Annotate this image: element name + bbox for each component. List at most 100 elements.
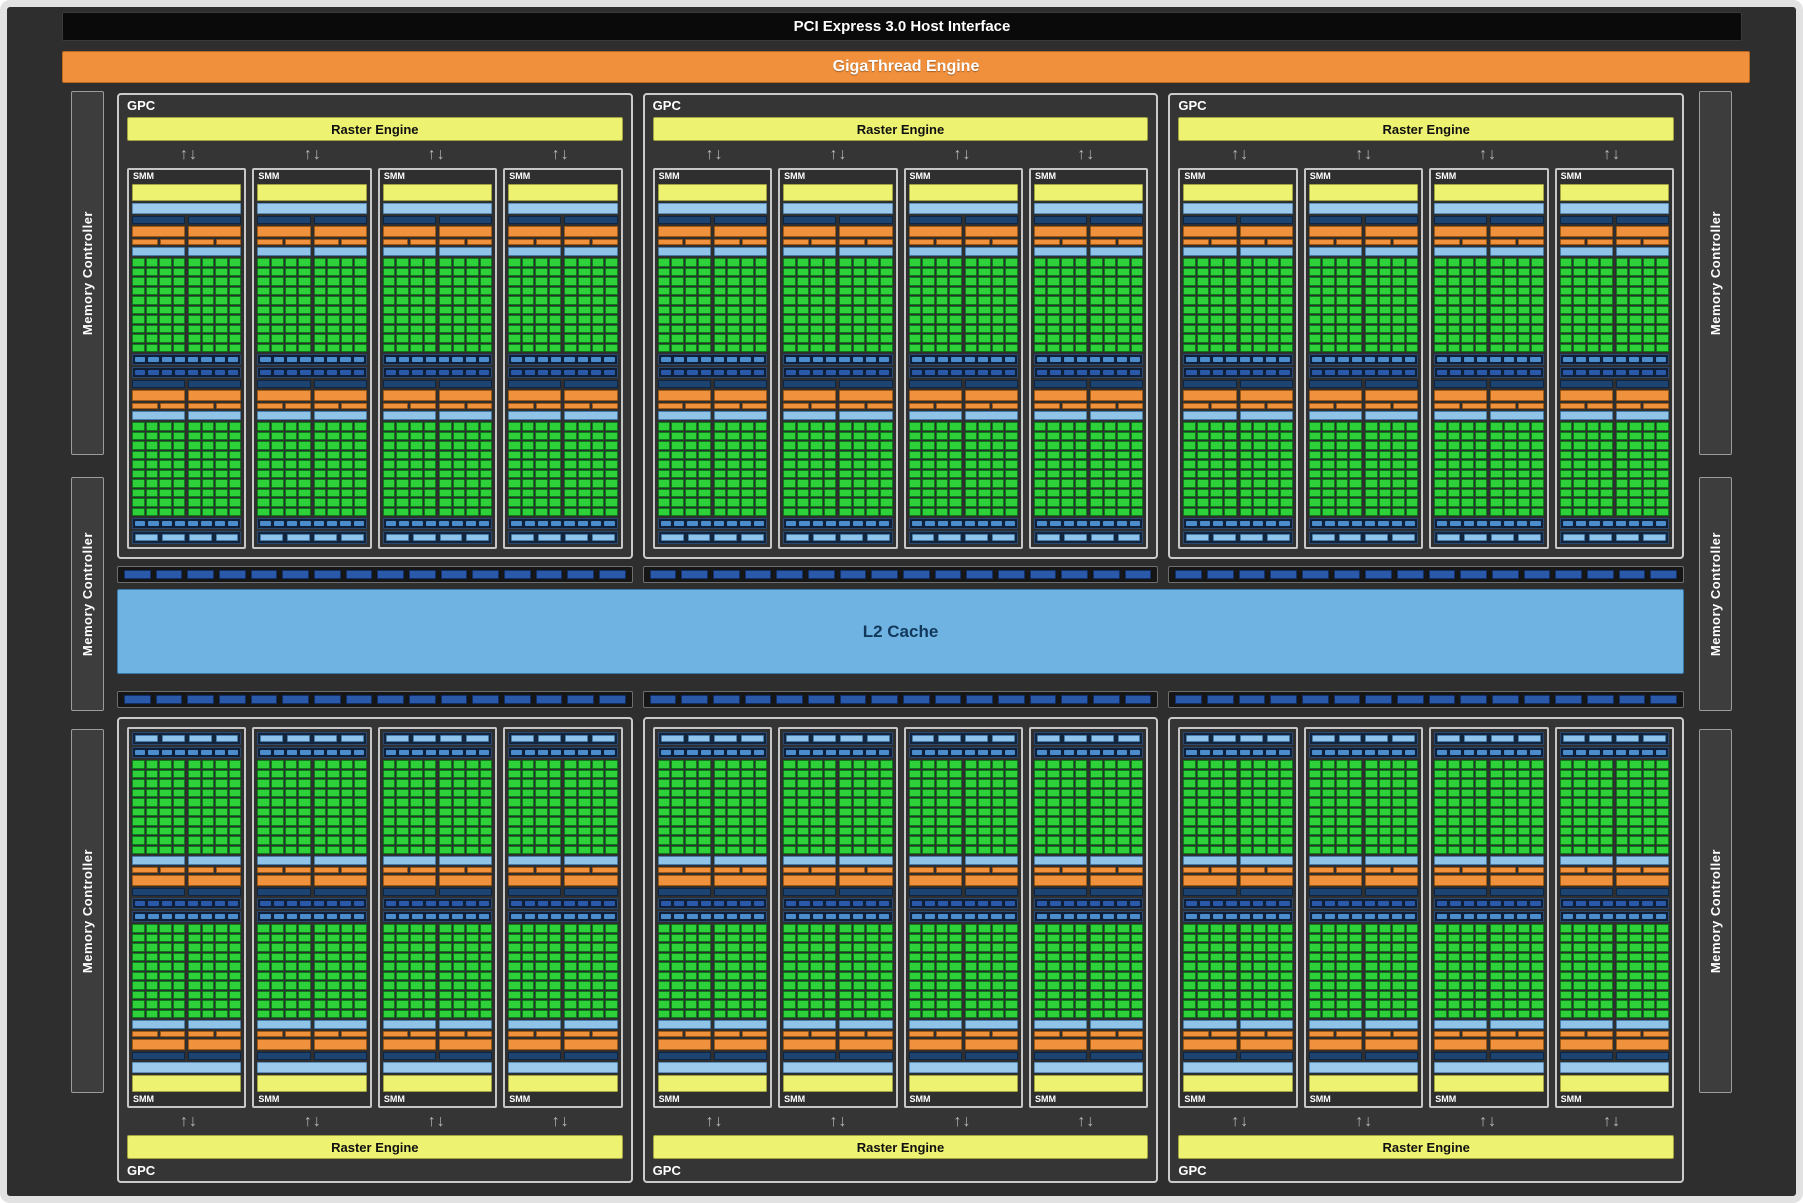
core-cell (410, 344, 423, 353)
core-cell (992, 924, 1005, 933)
core-cell (354, 268, 367, 277)
core-cell (508, 325, 521, 334)
core-cell (1047, 315, 1060, 324)
core-cell (685, 432, 698, 441)
core-cell (810, 325, 823, 334)
dispatch-row (965, 1031, 1018, 1037)
dispatch-unit (1118, 867, 1144, 873)
core-cell (755, 422, 768, 431)
arrow-row: ↑↓↑↓↑↓↑↓ (1178, 146, 1674, 163)
core-cell (1504, 325, 1517, 334)
core-cell (453, 827, 466, 836)
core-cell (188, 934, 201, 943)
core-cell (271, 943, 284, 952)
core-cell (1349, 441, 1362, 450)
core-cell (132, 779, 145, 788)
core-cell (1461, 277, 1474, 286)
core-cell (922, 1010, 935, 1019)
core-cell (671, 287, 684, 296)
core-cell (578, 836, 591, 845)
core-cell (132, 489, 145, 498)
core-cell (535, 981, 548, 990)
unit-cell (1266, 370, 1276, 375)
unit-cell (551, 370, 561, 375)
load-store-unit-bar (132, 747, 241, 758)
dispatch-unit (783, 403, 809, 409)
unit-cell (1117, 914, 1127, 919)
core-cell (1490, 460, 1503, 469)
core-cell (1034, 808, 1047, 817)
core-cell (285, 836, 298, 845)
core-cell (1392, 258, 1405, 267)
core-cell (1267, 962, 1280, 971)
core-cell (341, 489, 354, 498)
unit-cell (591, 914, 601, 919)
core-cell (1183, 460, 1196, 469)
core-cell (564, 808, 577, 817)
core-cell (936, 827, 949, 836)
up-down-arrows-icon: ↑↓ (375, 1113, 499, 1130)
core-cell (783, 432, 796, 441)
core-cell (797, 268, 810, 277)
core-cell (215, 846, 228, 855)
core-cell (466, 470, 479, 479)
core-cell (202, 277, 215, 286)
core-cell (922, 432, 935, 441)
core-cell (341, 296, 354, 305)
smm-block: SMM (378, 727, 497, 1108)
core-cell (1531, 296, 1544, 305)
core-cell (1560, 451, 1573, 460)
register-file-bar (188, 1020, 241, 1029)
core-cell (466, 1010, 479, 1019)
core-grid (508, 760, 561, 854)
unit-cell (578, 357, 588, 362)
core-cell (1448, 508, 1461, 517)
core-cell (1075, 422, 1088, 431)
core-cell (549, 432, 562, 441)
register-file-bar (508, 411, 561, 420)
core-cell (1210, 981, 1223, 990)
core-cell (685, 451, 698, 460)
core-cell (839, 953, 852, 962)
core-cell (1034, 470, 1047, 479)
core-cell (314, 981, 327, 990)
smm-label: SMM (909, 171, 1018, 182)
core-cell (949, 846, 962, 855)
unit-cell (853, 750, 863, 755)
core-cell (992, 277, 1005, 286)
core-cell (466, 827, 479, 836)
core-cell (564, 779, 577, 788)
core-cell (1197, 306, 1210, 315)
core-cell (1406, 451, 1419, 460)
core-cell (1406, 460, 1419, 469)
unit-cell (1352, 521, 1362, 526)
core-cell (480, 268, 493, 277)
core-cell (992, 334, 1005, 343)
core-cell (965, 325, 978, 334)
core-cell (202, 943, 215, 952)
polymorph-engine-bar (257, 184, 366, 201)
core-cell (453, 432, 466, 441)
core-cell (1573, 460, 1586, 469)
unit-cell (965, 357, 975, 362)
core-cell (466, 422, 479, 431)
processing-column (1034, 760, 1087, 896)
core-cell (535, 962, 548, 971)
core-cell (922, 943, 935, 952)
dispatch-unit (1587, 239, 1613, 245)
unit-cell (386, 901, 396, 906)
core-cell (810, 441, 823, 450)
core-cell (992, 770, 1005, 779)
core-cell (410, 489, 423, 498)
core-cell (202, 798, 215, 807)
processing-column (257, 380, 310, 516)
processing-column (909, 760, 962, 896)
core-cell (1280, 306, 1293, 315)
core-cell (824, 1000, 837, 1009)
crossbar-segment (903, 695, 930, 704)
core-cell (671, 306, 684, 315)
core-cell (396, 422, 409, 431)
dispatch-row (257, 867, 310, 873)
core-cell (1448, 268, 1461, 277)
core-cell (1034, 287, 1047, 296)
